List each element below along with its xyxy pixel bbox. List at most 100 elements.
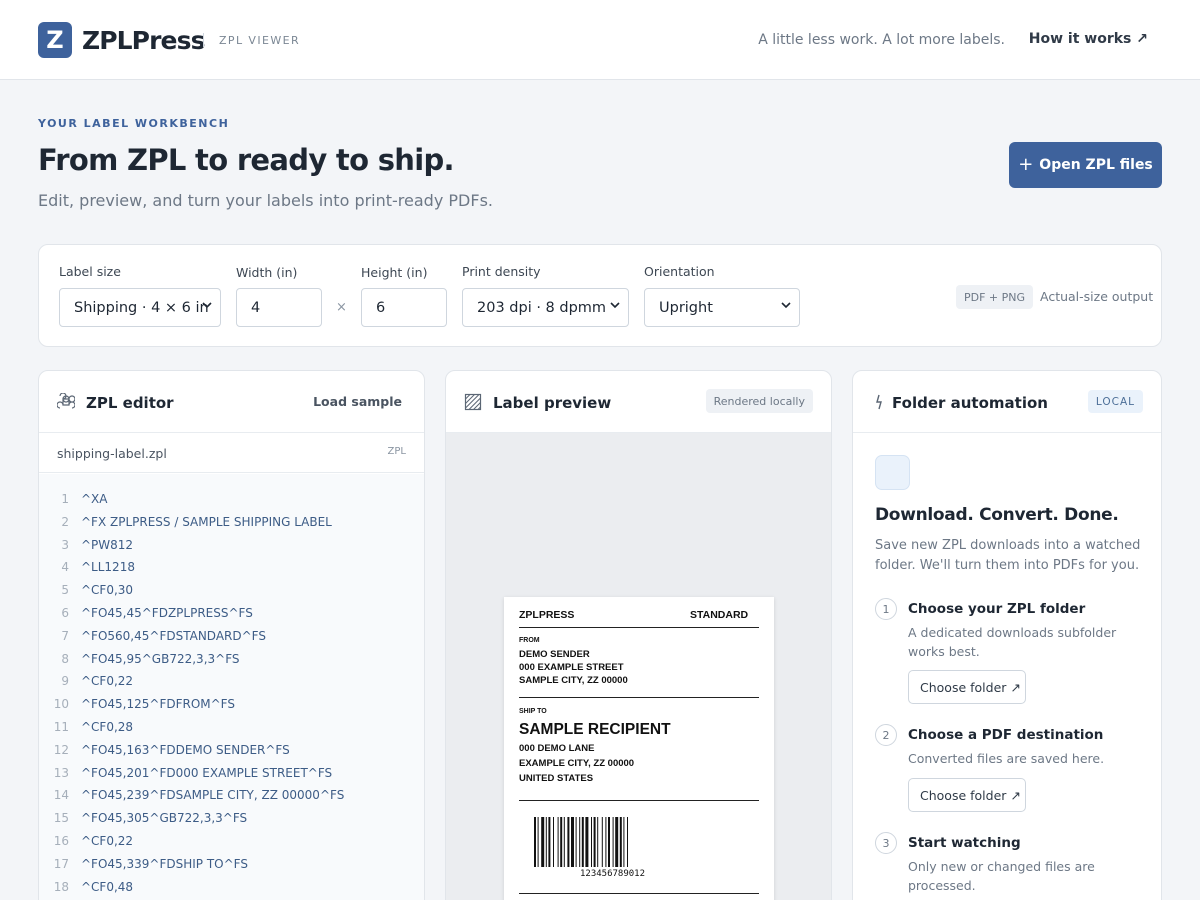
page-subtitle: Edit, preview, and turn your labels into…: [38, 191, 493, 210]
chevron-down-icon: [610, 302, 620, 309]
line-number: 16: [53, 834, 69, 848]
choose-zpl-folder-button[interactable]: Choose folder ↗: [908, 670, 1026, 704]
barcode-bar: [534, 817, 536, 867]
code-text: ^FO45,125^FDFROM^FS: [81, 697, 235, 712]
line-number: 4: [61, 560, 69, 575]
hatched-label-icon: [464, 393, 482, 411]
label-size-label: Label size: [59, 264, 121, 279]
label-to-line: EXAMPLE CITY, ZZ 00000: [519, 758, 635, 769]
line-number: 13: [53, 765, 69, 780]
line-number: 8: [61, 651, 69, 666]
step-description: Only new or changed files are processed.: [908, 859, 1095, 893]
preview-stage: ZPLPRESS STANDARD FROM DEMO SENDER 000 E…: [446, 433, 831, 900]
line-number: 10: [53, 697, 69, 712]
zpl-editor-card: ZPL editor Load sample shipping-label.zp…: [38, 370, 425, 900]
folder-icon-tile: [875, 455, 910, 490]
code-editor[interactable]: 1 ^XA 2 ^FX ZPLPRESS / SAMPLE SHIPPING LABE…: [39, 474, 424, 900]
barcode-bar: [537, 817, 539, 867]
code-text: ^LL1218: [81, 560, 135, 575]
local-badge: LOCAL: [1087, 390, 1143, 413]
line-number: 11: [53, 720, 69, 734]
load-sample-button[interactable]: Load sample: [313, 394, 402, 409]
barcode-bar: [597, 817, 599, 867]
code-text: ^FO45,95^GB722,3,3^FS: [81, 651, 240, 666]
label-from-line: 000 EXAMPLE STREET: [519, 662, 624, 673]
open-zpl-files-button[interactable]: + Open ZPL files: [1009, 142, 1162, 188]
orientation-label: Orientation: [644, 264, 715, 279]
line-number: 2: [61, 514, 69, 529]
step-number: 1: [875, 598, 897, 620]
barcode-bar: [541, 817, 545, 867]
line-number: 5: [61, 583, 69, 598]
label-to-line: UNITED STATES: [519, 773, 594, 784]
top-bar: Z ZPLPress ZPL VIEWER A little less work…: [0, 0, 1200, 80]
label-service: STANDARD: [690, 609, 749, 621]
step-title: Start watching: [908, 835, 1021, 851]
automation-description: Save new ZPL downloads into a watched fo…: [875, 538, 1141, 573]
barcode: [534, 817, 628, 867]
print-density-select[interactable]: 203 dpi · 8 dpmm: [462, 288, 629, 327]
output-format-badge: PDF + PNG: [956, 285, 1034, 309]
barcode-bar: [593, 817, 596, 867]
folder-automation-header: Folder automation LOCAL: [853, 371, 1161, 433]
height-label: Height (in): [361, 265, 428, 280]
code-text: ^CF0,28: [81, 720, 134, 734]
open-zpl-files-label: Open ZPL files: [1039, 157, 1153, 173]
zpl-editor-header: ZPL editor Load sample: [39, 371, 424, 433]
logo-mark: Z: [38, 22, 72, 58]
label-from-line: SAMPLE CITY, ZZ 00000: [519, 675, 628, 686]
barcode-bar: [545, 817, 547, 867]
barcode-bar: [627, 817, 628, 867]
orientation-select[interactable]: Upright: [644, 288, 800, 327]
code-text: ^CF0,22: [81, 674, 134, 689]
code-text: ^CF0,48: [81, 879, 134, 894]
code-text: ^FO45,339^FDSHIP TO^FS: [81, 856, 248, 871]
label-rule: [519, 893, 759, 894]
line-number: 1: [61, 492, 69, 506]
step-title: Choose your ZPL folder: [908, 601, 1086, 617]
label-rule: [519, 627, 759, 628]
choose-pdf-folder-button[interactable]: Choose folder ↗: [908, 778, 1026, 812]
width-label: Width (in): [236, 265, 298, 280]
line-number: 6: [61, 606, 69, 620]
plus-icon: +: [1018, 153, 1034, 175]
barcode-bar: [563, 817, 565, 867]
height-input[interactable]: 6: [361, 288, 447, 327]
barcode-bar: [601, 817, 603, 867]
brand-name: ZPLPress: [82, 26, 205, 55]
barcode-bar: [579, 817, 581, 867]
label-from-heading: FROM: [519, 637, 540, 644]
barcode-bar: [557, 817, 559, 867]
label-rule: [519, 800, 759, 801]
brand-subtitle: ZPL VIEWER: [219, 34, 300, 47]
barcode-bar: [612, 817, 614, 867]
code-text: ^FO45,45^FDZPLPRESS^FS: [81, 606, 253, 620]
automation-headline: Download. Convert. Done.: [875, 505, 1119, 525]
file-name[interactable]: shipping-label.zpl: [57, 446, 167, 461]
command-icon: [57, 393, 75, 409]
label-size-value: Shipping · 4 × 6 in: [74, 299, 209, 316]
shipping-label: ZPLPRESS STANDARD FROM DEMO SENDER 000 E…: [504, 597, 774, 900]
code-text: ^FX ZPLPRESS / SAMPLE SHIPPING LABEL: [81, 514, 332, 529]
barcode-bar: [619, 817, 622, 867]
label-brand: ZPLPRESS: [519, 609, 575, 621]
code-text: ^FO45,201^FD000 EXAMPLE STREET^FS: [81, 765, 333, 780]
code-text: ^FO45,163^FDDEMO SENDER^FS: [81, 742, 290, 757]
label-to-heading: SHIP TO: [519, 708, 547, 715]
label-preview-card: Label preview Rendered locally ZPLPRESS …: [445, 370, 832, 900]
tagline: A little less work. A lot more labels.: [758, 32, 1005, 48]
file-tab-bar: shipping-label.zpl ZPL: [39, 433, 424, 473]
page-title: From ZPL to ready to ship.: [38, 143, 455, 177]
file-type-badge: ZPL: [387, 446, 406, 457]
barcode-bar: [575, 817, 577, 867]
how-it-works-link[interactable]: How it works ↗: [1029, 31, 1148, 47]
brand-divider: [203, 33, 204, 47]
label-size-select[interactable]: Shipping · 4 × 6 in: [59, 288, 221, 327]
print-density-value: 203 dpi · 8 dpmm: [477, 299, 607, 316]
code-text: ^FO45,239^FDSAMPLE CITY, ZZ 00000^FS: [81, 788, 345, 803]
times-symbol: ×: [336, 300, 347, 315]
label-from-line: DEMO SENDER: [519, 649, 590, 660]
label-rule: [519, 697, 759, 698]
line-number: 14: [53, 788, 69, 803]
width-input[interactable]: 4: [236, 288, 322, 327]
